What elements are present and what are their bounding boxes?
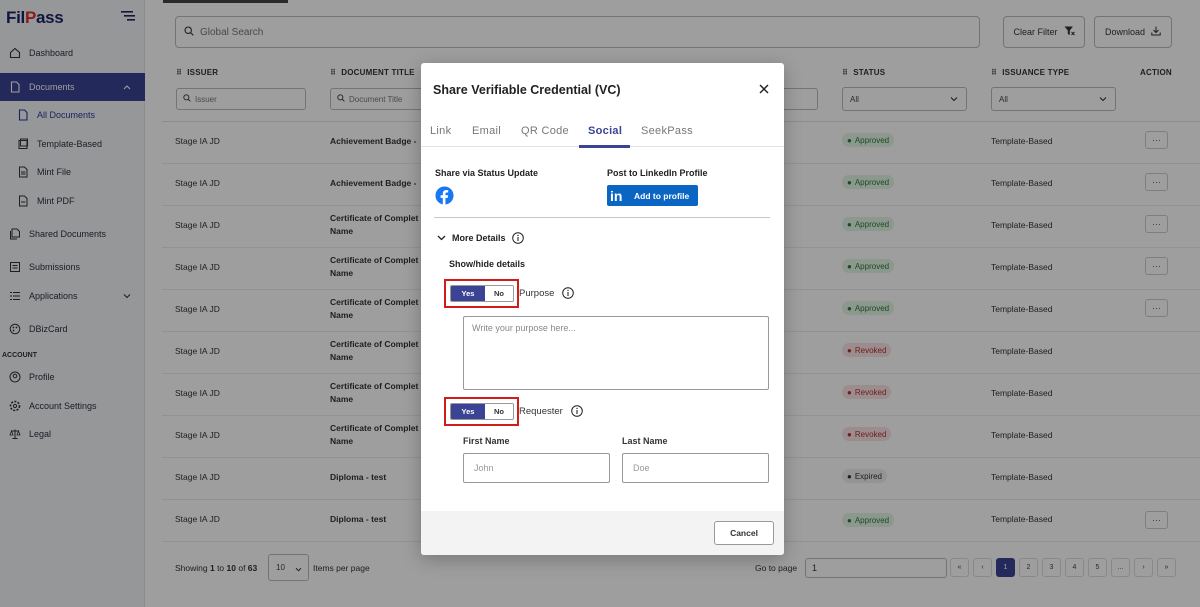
chevron-down-icon bbox=[437, 233, 446, 243]
close-icon[interactable] bbox=[758, 83, 770, 95]
purpose-toggle-highlight: Yes No bbox=[444, 279, 519, 308]
info-icon[interactable] bbox=[571, 405, 583, 417]
purpose-textarea[interactable]: Write your purpose here... bbox=[463, 316, 769, 390]
purpose-yes-option[interactable]: Yes bbox=[451, 286, 485, 301]
info-icon[interactable] bbox=[511, 232, 524, 244]
requester-toggle-highlight: Yes No bbox=[444, 397, 519, 426]
requester-no-option[interactable]: No bbox=[485, 404, 513, 419]
tab-email[interactable]: Email bbox=[472, 125, 501, 137]
share-tabs: Link Email QR Code Social SeekPass bbox=[421, 121, 784, 148]
show-hide-heading: Show/hide details bbox=[449, 259, 526, 269]
purpose-toggle[interactable]: Yes No bbox=[450, 285, 514, 302]
add-to-profile-label: Add to profile bbox=[634, 190, 690, 201]
requester-yes-option[interactable]: Yes bbox=[451, 404, 485, 419]
dialog-title: Share Verifiable Credential (VC) bbox=[433, 83, 621, 97]
add-to-linkedin-button[interactable]: in Add to profile bbox=[607, 185, 698, 206]
more-details-toggle[interactable]: More Details bbox=[437, 232, 524, 244]
active-tab-indicator bbox=[579, 145, 630, 148]
info-icon[interactable] bbox=[562, 287, 575, 299]
first-name-input[interactable]: John bbox=[463, 453, 610, 483]
purpose-no-option[interactable]: No bbox=[485, 286, 513, 301]
tab-social[interactable]: Social bbox=[588, 125, 622, 137]
requester-label-row: Requester bbox=[519, 405, 583, 417]
share-vc-dialog: Share Verifiable Credential (VC) Link Em… bbox=[421, 63, 784, 555]
purpose-label-row: Purpose bbox=[519, 287, 575, 299]
dialog-footer: Cancel bbox=[421, 511, 784, 555]
requester-label: Requester bbox=[519, 405, 563, 417]
purpose-label: Purpose bbox=[519, 287, 555, 299]
divider bbox=[434, 217, 770, 218]
first-name-label: First Name bbox=[463, 436, 510, 446]
facebook-icon[interactable] bbox=[435, 186, 454, 205]
tab-link[interactable]: Link bbox=[430, 125, 451, 137]
requester-toggle[interactable]: Yes No bbox=[450, 403, 514, 420]
linkedin-icon: in bbox=[610, 187, 623, 204]
share-status-heading: Share via Status Update bbox=[435, 168, 539, 178]
tab-qr-code[interactable]: QR Code bbox=[521, 125, 569, 137]
tab-seekpass[interactable]: SeekPass bbox=[641, 125, 693, 137]
last-name-input[interactable]: Doe bbox=[622, 453, 769, 483]
linkedin-heading: Post to LinkedIn Profile bbox=[607, 168, 708, 178]
last-name-label: Last Name bbox=[622, 436, 668, 446]
cancel-button[interactable]: Cancel bbox=[714, 521, 774, 545]
